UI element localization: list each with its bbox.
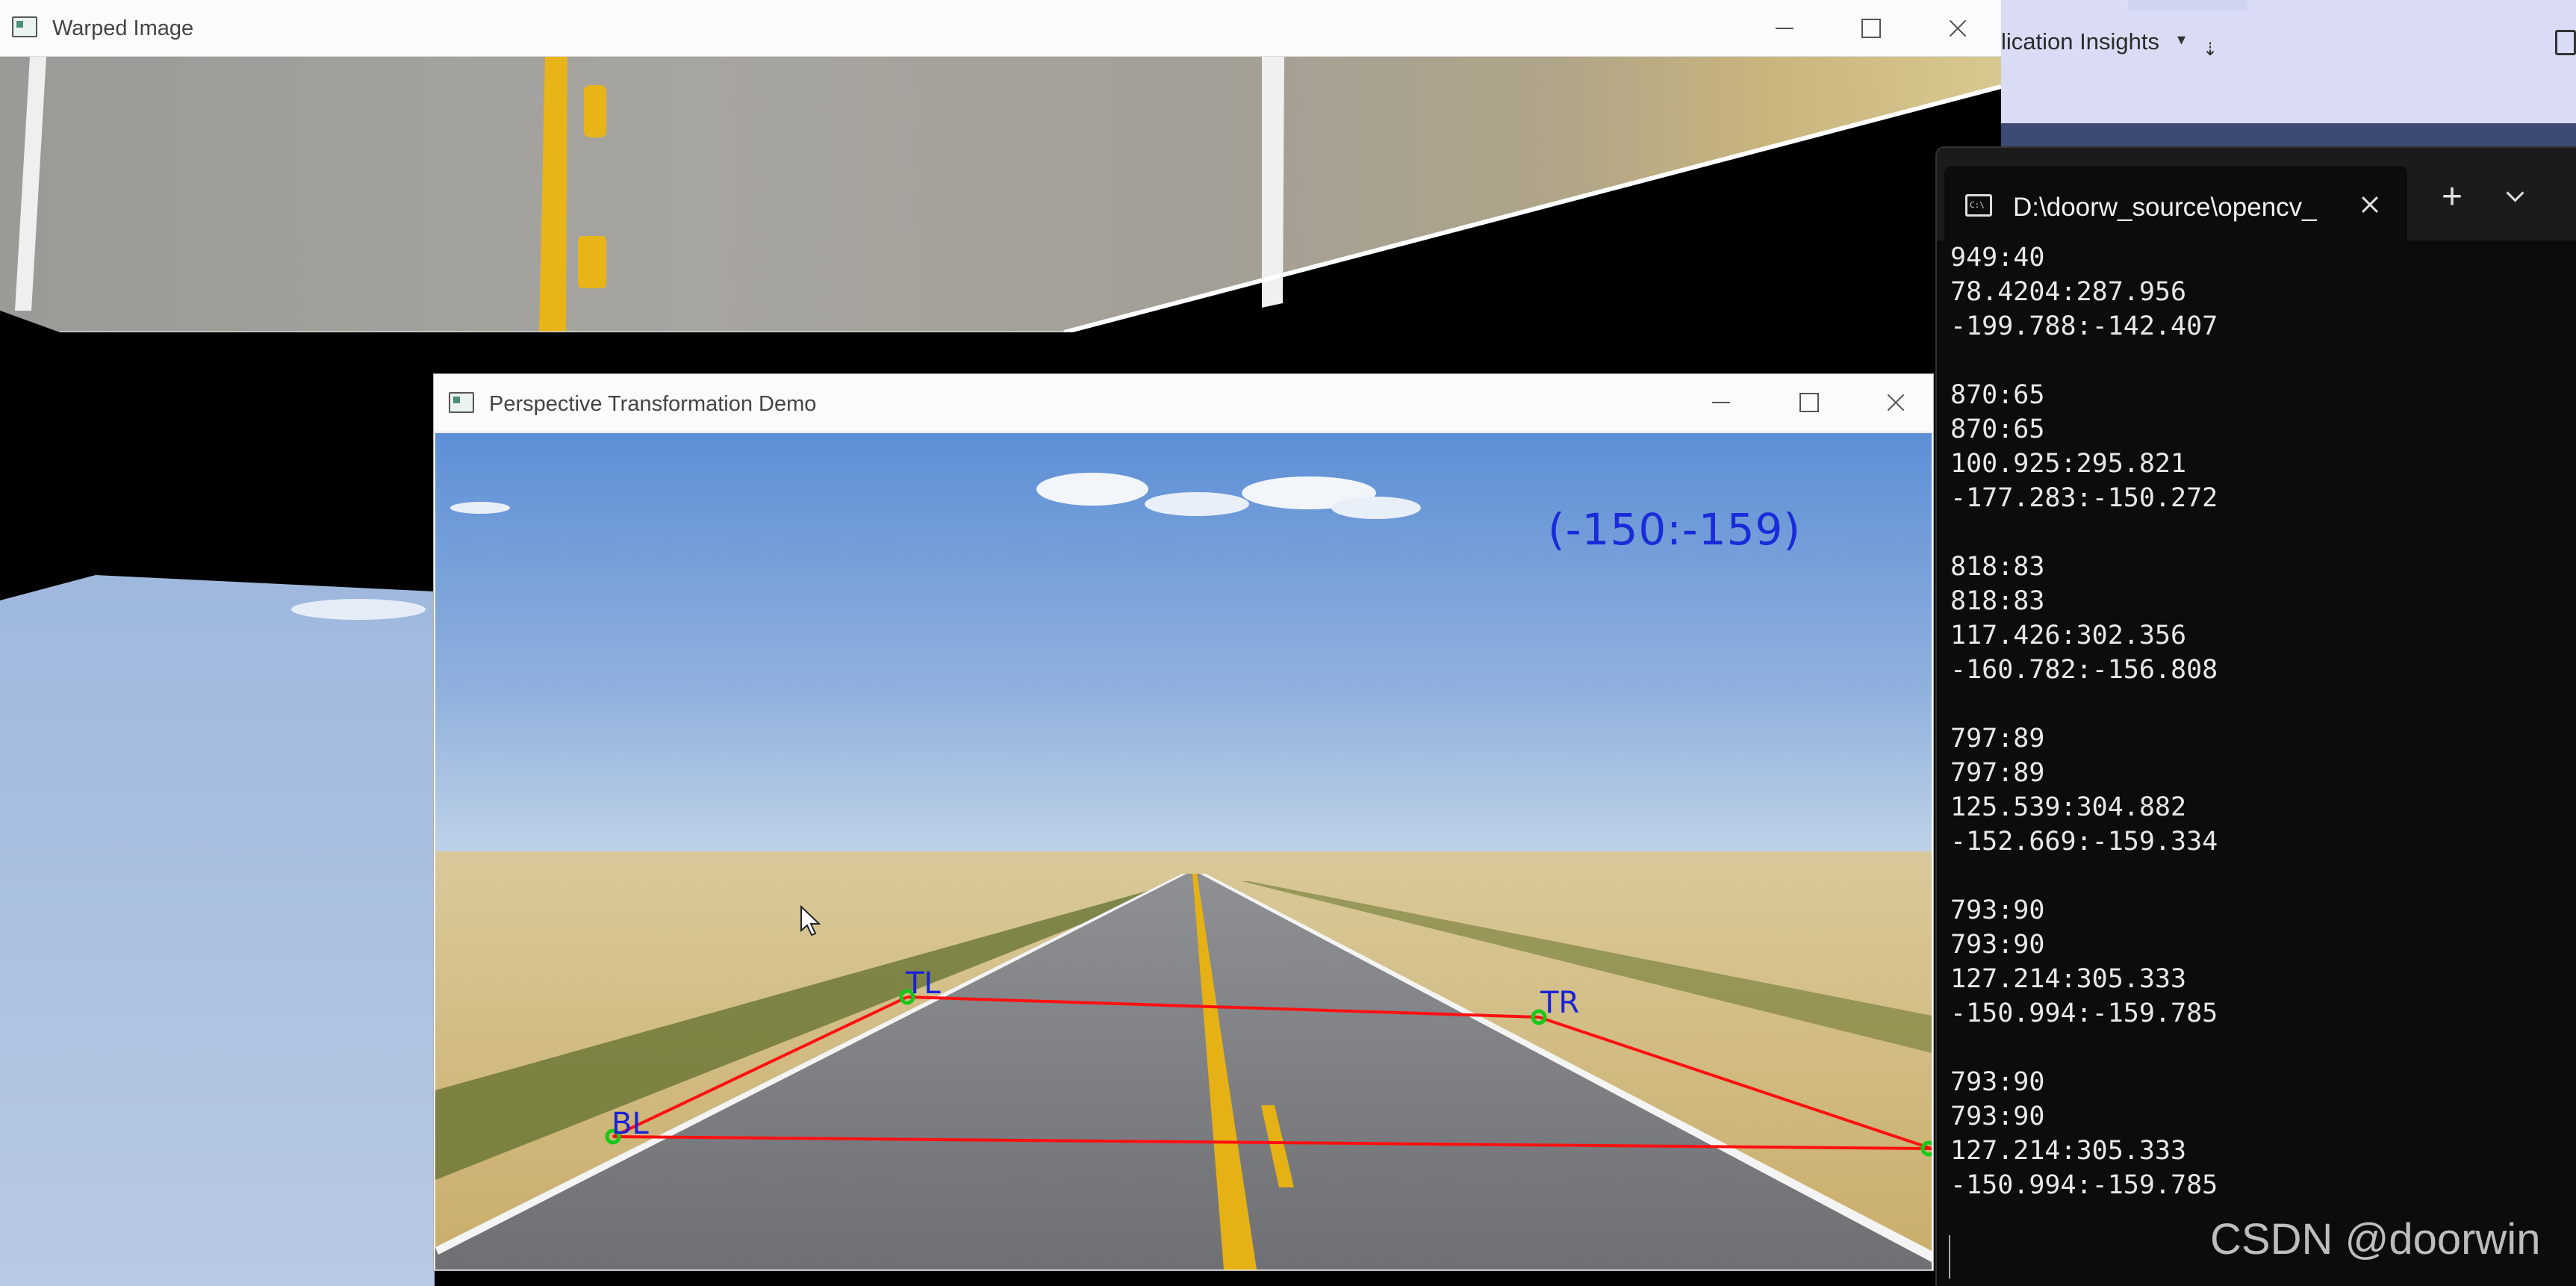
window-title: Warped Image xyxy=(52,16,194,40)
perspective-demo-window: Perspective Transformation Demo (-150:-1… xyxy=(433,373,1934,1271)
terminal-window[interactable]: D:\doorw_source\opencv_ + 949:40 78.4204… xyxy=(1935,146,2576,1286)
point-label-tl: TL xyxy=(906,966,941,1001)
window-app-icon xyxy=(12,16,37,37)
close-icon[interactable] xyxy=(1875,385,1917,420)
close-icon[interactable] xyxy=(1937,10,1979,46)
minimize-icon[interactable] xyxy=(1700,385,1742,420)
minimize-icon[interactable] xyxy=(1764,10,1805,46)
warped-sky-fragment xyxy=(0,575,435,1286)
tab-close-icon[interactable] xyxy=(2353,188,2386,221)
terminal-tab[interactable]: D:\doorw_source\opencv_ xyxy=(1944,166,2407,240)
window-app-icon xyxy=(449,392,474,413)
warped-road-image xyxy=(0,57,2001,332)
terminal-icon xyxy=(1965,194,1992,217)
maximize-icon[interactable] xyxy=(1850,10,1892,46)
ide-top-tab[interactable] xyxy=(2128,0,2247,10)
menu-caret-icon: ▾ xyxy=(2177,30,2186,49)
terminal-tab-title: D:\doorw_source\opencv_ xyxy=(2013,193,2317,222)
overflow-caret-icon[interactable]: ⇣ xyxy=(2203,39,2218,60)
chevron-down-icon[interactable] xyxy=(2501,182,2531,212)
terminal-output: 949:40 78.4204:287.956 -199.788:-142.407… xyxy=(1950,243,2218,1200)
ide-background: lication Insights ▾ ⇣ xyxy=(2001,0,2576,156)
warped-image-window: Warped Image xyxy=(0,0,2001,332)
warped-image-canvas xyxy=(0,57,2001,332)
share-icon[interactable] xyxy=(2555,30,2576,55)
coordinate-readout: (-150:-159) xyxy=(1548,504,1802,555)
terminal-caret xyxy=(1949,1235,1950,1279)
maximize-icon[interactable] xyxy=(1788,385,1830,420)
application-insights-menu[interactable]: lication Insights xyxy=(2001,28,2159,55)
new-tab-button[interactable]: + xyxy=(2442,179,2463,215)
demo-image-canvas[interactable]: (-150:-159) TL TR BL xyxy=(435,433,1932,1270)
demo-titlebar[interactable]: Perspective Transformation Demo xyxy=(434,374,1933,432)
mouse-pointer-icon xyxy=(800,905,821,936)
warped-image-fragment xyxy=(0,575,435,1286)
point-label-bl: BL xyxy=(612,1107,649,1141)
perspective-quad-overlay xyxy=(605,989,1932,1157)
warped-titlebar[interactable]: Warped Image xyxy=(0,0,2001,57)
point-label-tr: TR xyxy=(1540,986,1580,1020)
terminal-tabbar: D:\doorw_source\opencv_ + xyxy=(1937,148,2576,240)
window-title: Perspective Transformation Demo xyxy=(489,392,817,416)
csdn-watermark: CSDN @doorwin xyxy=(2210,1215,2541,1264)
perspective-quad xyxy=(612,995,1932,1150)
